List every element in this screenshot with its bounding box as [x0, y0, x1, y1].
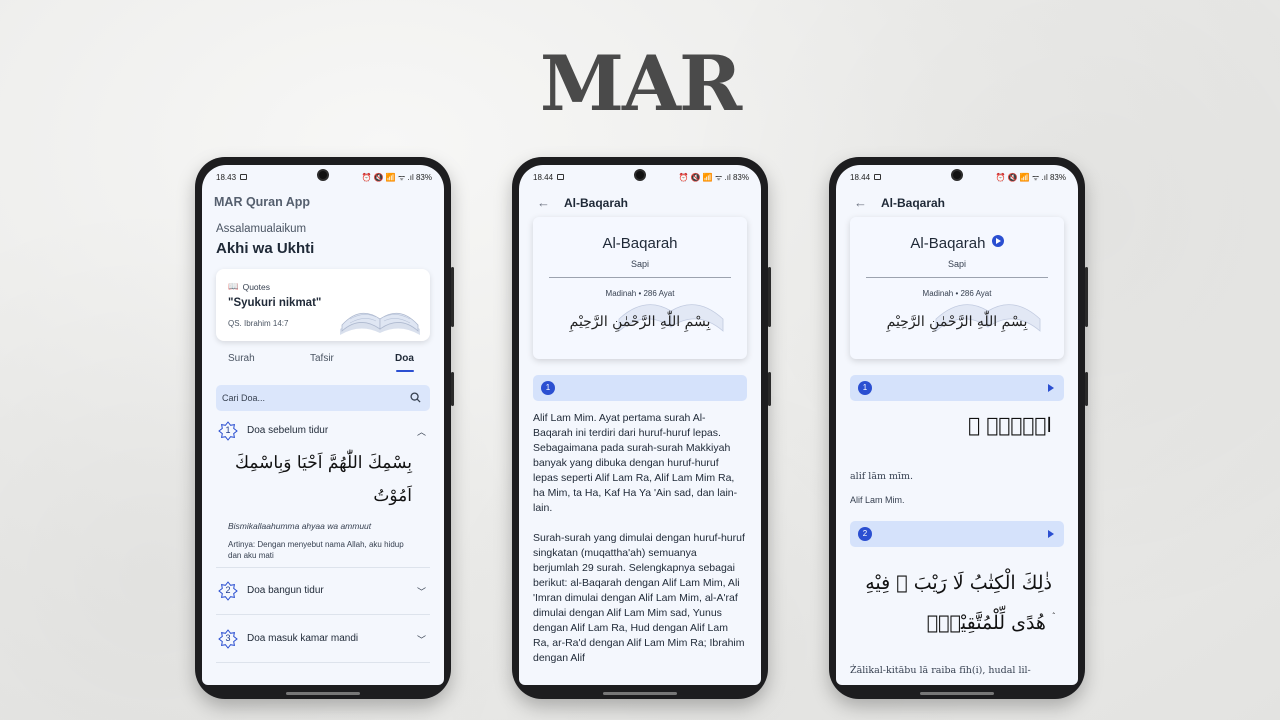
number-badge-icon: 3 [218, 629, 238, 649]
tafsir-paragraph: Surah-surah yang dimulai dengan huruf-hu… [533, 532, 745, 664]
status-icons: ⏰ 🔇 📶 ᯤ .ıl 83% [995, 172, 1066, 182]
ayah-header[interactable]: 1 [533, 375, 747, 401]
doa-arabic: بِسْمِكَ اللّٰهُمَّ اَحْيَا وَبِاسْمِكَ … [234, 453, 412, 506]
tab-tafsir[interactable]: Tafsir [310, 353, 334, 364]
home-indicator[interactable] [286, 692, 360, 695]
play-audio-icon[interactable] [991, 235, 1004, 247]
status-time: 18.43 [216, 172, 237, 182]
gallery-icon [874, 174, 882, 180]
chevron-down-icon[interactable]: ﹀ [417, 585, 426, 598]
greeting-name: Akhi wa Ukhti [216, 240, 315, 257]
screen-doa: 18.43 ⏰ 🔇 📶 ᯤ .ıl 83% MAR Quran App Assa… [202, 165, 444, 685]
phone-surah: 18.44 ⏰ 🔇 📶 ᯤ .ıl 83% ← Al-Baqarah Al-Ba… [829, 157, 1088, 699]
ayah-translation: Alif Lam Mim. [850, 495, 905, 505]
ayah-header[interactable]: 2 [850, 521, 1064, 547]
divider [216, 662, 430, 663]
status-time: 18.44 [533, 172, 554, 182]
status-bar: 18.44 ⏰ 🔇 📶 ᯤ .ıl 83% [533, 171, 749, 183]
number-badge-icon: 1 [218, 421, 238, 441]
quote-card[interactable]: 📖 Quotes "Syukuri nikmat" QS. Ibrahim 14… [216, 269, 430, 341]
tab-bar: Surah Tafsir Doa [202, 353, 444, 375]
divider [866, 277, 1048, 278]
divider [216, 567, 430, 568]
play-icon[interactable] [1048, 530, 1054, 538]
surah-meaning: Sapi [947, 259, 966, 269]
surah-name: Al-Baqarah [602, 235, 678, 252]
doa-meaning: Artinya: Dengan menyebut nama Allah, aku… [228, 540, 404, 560]
play-icon[interactable] [1048, 384, 1054, 392]
brand-logo: MAR [539, 39, 742, 128]
surah-header-card: Al-Baqarah Sapi Madinah • 286 Ayat بِسْم… [533, 217, 747, 359]
bismillah-calligraphy: بِسْمِ اللّٰهِ الرَّحْمٰنِ الرَّحِيْمِ [886, 314, 1028, 330]
ayah-number-badge: 1 [541, 381, 555, 395]
divider [549, 277, 731, 278]
status-bar: 18.44 ⏰ 🔇 📶 ᯤ .ıl 83% [850, 171, 1066, 183]
chevron-down-icon[interactable]: ﹀ [417, 633, 426, 646]
surah-meaning: Sapi [630, 259, 649, 269]
ayah-number-badge: 2 [858, 527, 872, 541]
surah-header-card: Al-Baqarah Sapi Madinah • 286 Ayat بِسْم… [850, 217, 1064, 359]
surah-name: Al-Baqarah [910, 235, 986, 252]
bismillah-calligraphy: بِسْمِ اللّٰهِ الرَّحْمٰنِ الرَّحِيْمِ [569, 314, 711, 330]
status-icons: ⏰ 🔇 📶 ᯤ .ıl 83% [678, 172, 749, 182]
open-book-illustration [340, 312, 420, 335]
greeting: Assalamualaikum [216, 223, 307, 235]
tab-doa[interactable]: Doa [395, 353, 414, 364]
ayah-arabic: الۤمّۤ ۚ [968, 413, 1052, 437]
screen-surah: 18.44 ⏰ 🔇 📶 ᯤ .ıl 83% ← Al-Baqarah Al-Ba… [836, 165, 1078, 685]
doa-item[interactable]: 2 Doa bangun tidur ﹀ [216, 579, 430, 603]
ayah-transliteration: alif lām mīm. [850, 471, 914, 482]
page-title: Al-Baqarah [881, 195, 946, 210]
home-indicator[interactable] [920, 692, 994, 695]
back-arrow-icon[interactable]: ← [537, 195, 550, 210]
home-indicator[interactable] [603, 692, 677, 695]
tafsir-text: Alif Lam Mim. Ayat pertama surah Al-Baqa… [533, 411, 745, 681]
ayah-arabic: ذٰلِكَ الْكِتٰبُ لَا رَيْبَ ۛ فِيْهِ ۛ ه… [865, 572, 1052, 634]
chevron-up-icon[interactable]: ︿ [417, 425, 426, 438]
doa-title: Doa sebelum tidur [247, 425, 329, 436]
tab-surah[interactable]: Surah [228, 353, 255, 364]
status-icons: ⏰ 🔇 📶 ᯤ .ıl 83% [361, 172, 432, 182]
tafsir-paragraph: Alif Lam Mim. Ayat pertama surah Al-Baqa… [533, 412, 738, 514]
number-badge-icon: 2 [218, 581, 238, 601]
doa-title: Doa masuk kamar mandi [247, 633, 359, 644]
search-doa-input[interactable]: Cari Doa... [216, 385, 430, 411]
doa-item[interactable]: 1 Doa sebelum tidur ︿ [216, 419, 430, 443]
doa-latin: Bismikallaahumma ahyaa wa ammuut [228, 521, 372, 531]
phone-doa: 18.43 ⏰ 🔇 📶 ᯤ .ıl 83% MAR Quran App Assa… [195, 157, 454, 699]
gallery-icon [557, 174, 565, 180]
app-title: MAR Quran App [214, 195, 311, 209]
status-time: 18.44 [850, 172, 871, 182]
back-arrow-icon[interactable]: ← [854, 195, 867, 210]
doa-title: Doa bangun tidur [247, 585, 324, 596]
doa-item[interactable]: 3 Doa masuk kamar mandi ﹀ [216, 627, 430, 651]
ayah-number-badge: 1 [858, 381, 872, 395]
gallery-icon [240, 174, 248, 180]
page-title: Al-Baqarah [564, 195, 629, 210]
book-icon: 📖 [228, 281, 239, 291]
tab-active-indicator [396, 370, 414, 372]
divider [216, 614, 430, 615]
status-bar: 18.43 ⏰ 🔇 📶 ᯤ .ıl 83% [216, 171, 432, 183]
screen-tafsir: 18.44 ⏰ 🔇 📶 ᯤ .ıl 83% ← Al-Baqarah Al-Ba… [519, 165, 761, 685]
quote-label: Quotes [242, 281, 270, 292]
quote-text: "Syukuri nikmat" [228, 297, 322, 309]
phone-tafsir: 18.44 ⏰ 🔇 📶 ᯤ .ıl 83% ← Al-Baqarah Al-Ba… [512, 157, 771, 699]
quote-reference: QS. Ibrahim 14:7 [228, 319, 289, 328]
ayah-header[interactable]: 1 [850, 375, 1064, 401]
surah-meta: Madinah • 286 Ayat [922, 289, 992, 298]
search-icon[interactable] [410, 392, 421, 403]
ayah-transliteration: Żālikal-kitābu lā raiba fīh(i), hudal li… [850, 665, 1031, 676]
surah-meta: Madinah • 286 Ayat [605, 289, 675, 298]
